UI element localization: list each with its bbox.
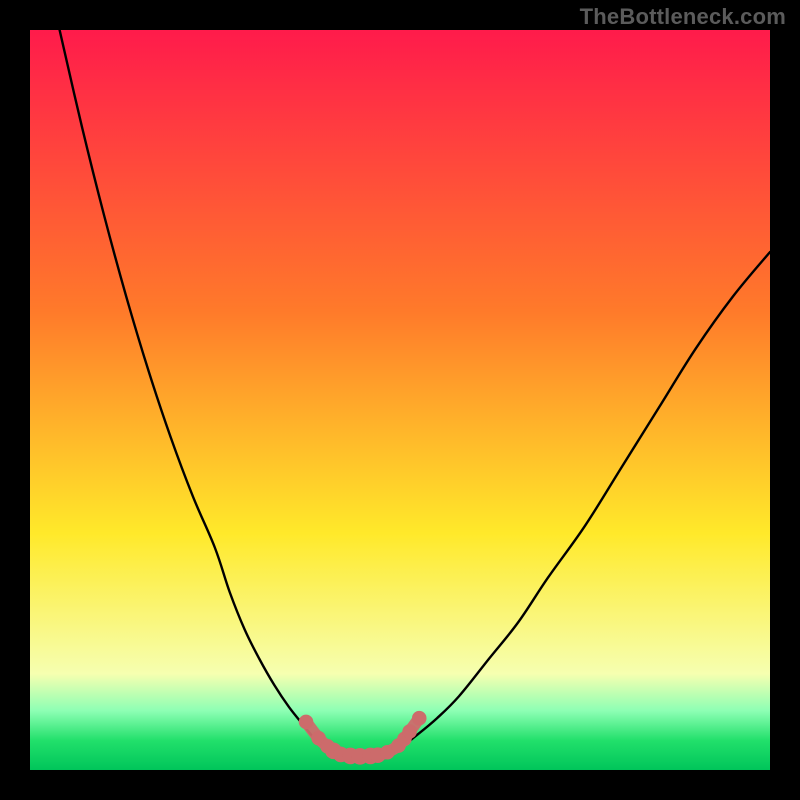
bottleneck-chart — [0, 0, 800, 800]
plot-background — [30, 30, 770, 770]
watermark-text: TheBottleneck.com — [580, 4, 786, 30]
marker-dot — [299, 715, 314, 730]
marker-dot — [402, 724, 417, 739]
marker-dot — [412, 711, 427, 726]
chart-stage: TheBottleneck.com — [0, 0, 800, 800]
